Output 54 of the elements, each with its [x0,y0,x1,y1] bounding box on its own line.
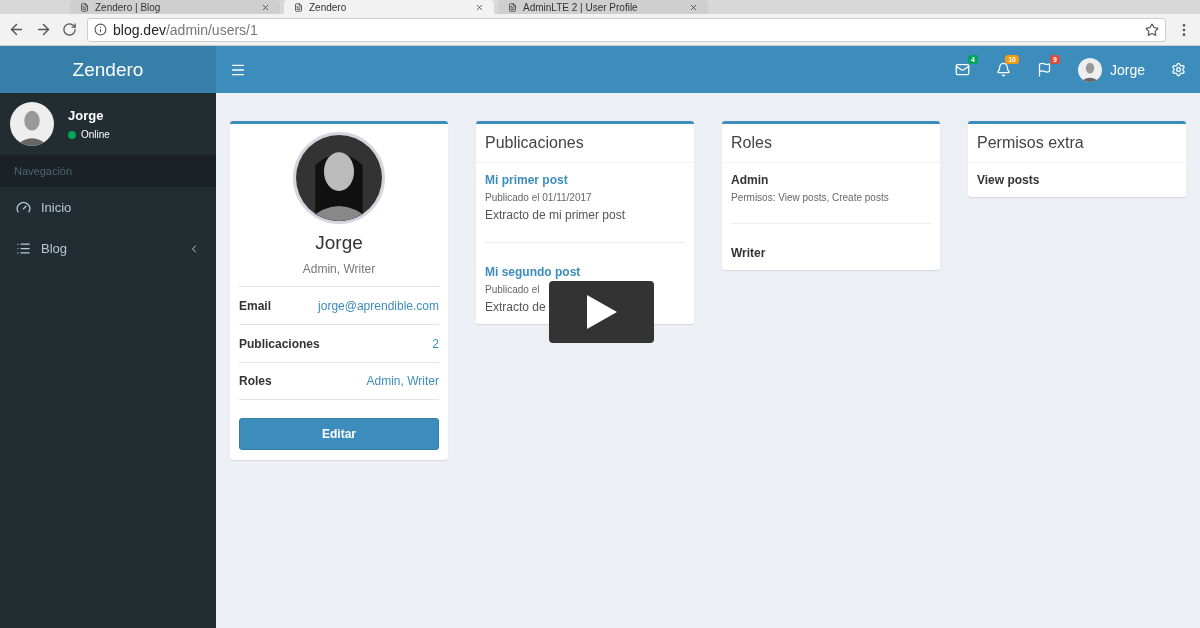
flag-icon[interactable] [1036,62,1052,77]
card-title: Publicaciones [476,124,694,163]
browser-tab[interactable]: AdminLTE 2 | User Profile [498,0,708,14]
edit-button[interactable]: Editar [239,418,439,450]
user-status: Online [68,129,110,140]
nav-item[interactable]: Blog [0,228,216,269]
page-icon [80,2,89,12]
card-title: Roles [722,124,940,163]
post-link[interactable]: Mi primer post [485,173,568,187]
permission-name: View posts [977,173,1041,187]
profile-roles: Admin, Writer [302,262,376,276]
avatar [1077,57,1102,82]
browser-tab[interactable]: Zendero | Blog [70,0,280,14]
user-name[interactable]: Jorge [1109,61,1145,78]
forward-icon[interactable] [35,21,52,38]
card-title: Permisos extra [968,124,1186,163]
star-icon[interactable] [1145,22,1159,37]
post-excerpt: Extracto de [485,300,547,314]
role-name: Writer [731,246,767,260]
page-icon [508,2,517,12]
info-icon[interactable] [94,23,107,36]
browser-tab[interactable]: Zendero [284,0,494,14]
mail-icon[interactable] [954,62,970,77]
row-value: Admin, Writer [366,374,439,388]
row-label: Publicaciones [239,336,320,351]
settings-icon[interactable] [1171,62,1186,77]
page-icon [294,2,303,12]
logo[interactable]: Zendero [0,46,216,93]
role-permissions: Permisos: View posts, Create posts [731,192,890,203]
row-label: Roles [239,374,272,388]
user-name: Jorge [68,108,105,123]
row-value: jorge@aprendible.com [318,298,439,313]
close-icon[interactable] [689,2,698,12]
back-icon[interactable] [8,21,25,38]
row-value: 2 [432,336,439,351]
play-icon [586,295,617,329]
post-link[interactable]: Mi segundo post [485,265,581,279]
close-icon[interactable] [261,2,270,12]
section-header: Navegación [0,155,216,187]
address-bar[interactable]: blog.dev/admin/users/1 [87,17,1166,42]
avatar [10,102,54,146]
post-date: Publicado el 01/11/2017 [485,192,593,203]
gauge-icon [16,200,31,215]
profile-name: Jorge [315,232,363,254]
list-icon [16,241,31,256]
play-button[interactable] [549,281,654,343]
nav-item[interactable]: Inicio [0,187,216,228]
post-date: Publicado el [485,284,541,295]
reload-icon[interactable] [62,22,77,37]
post-excerpt: Extracto de mi primer post [485,208,627,222]
role-name: Admin [731,173,770,187]
bell-icon[interactable] [995,62,1011,77]
row-label: Email [239,298,271,313]
close-icon[interactable] [475,2,484,12]
